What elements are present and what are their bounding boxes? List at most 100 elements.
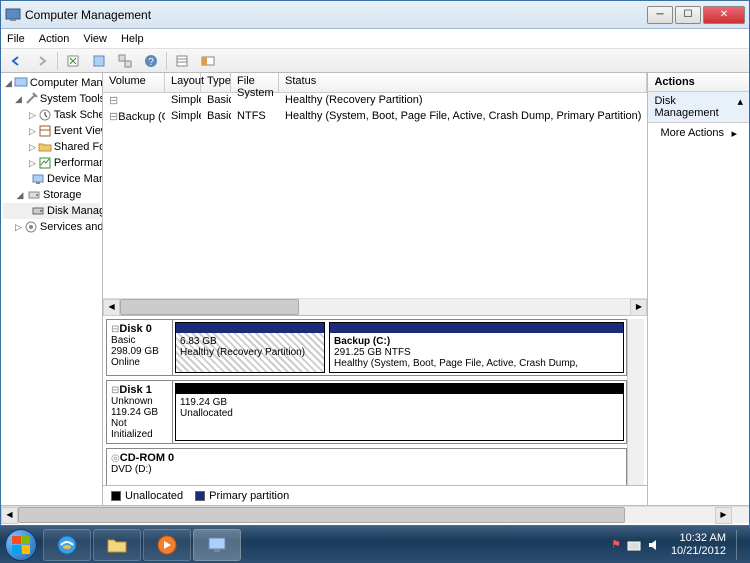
column-volume[interactable]: Volume <box>103 73 165 92</box>
navigation-tree: ◢Computer Management (Local ◢System Tool… <box>1 73 103 505</box>
partition-backup-c[interactable]: Backup (C:) 291.25 GB NTFS Healthy (Syst… <box>329 322 624 373</box>
settings-button[interactable] <box>197 51 219 71</box>
tree-storage[interactable]: ◢Storage <box>3 187 100 203</box>
expand-icon[interactable]: ▷ <box>29 158 36 169</box>
disk-name: CD-ROM 0 <box>120 452 174 464</box>
menu-view[interactable]: View <box>83 33 107 45</box>
scroll-thumb[interactable] <box>120 299 299 315</box>
scroll-right-button[interactable]: ▶ <box>715 507 732 524</box>
tree-task-scheduler[interactable]: ▷Task Scheduler <box>3 107 100 123</box>
disk-row[interactable]: ⊟Disk 0 Basic 298.09 GB Online 6.83 GB <box>106 319 627 376</box>
disk-info: ⊟Disk 0 Basic 298.09 GB Online <box>107 320 173 375</box>
show-desktop-button[interactable] <box>736 530 744 560</box>
close-button[interactable]: ✕ <box>703 6 745 24</box>
tree-root[interactable]: ◢Computer Management (Local <box>3 75 100 91</box>
legend-swatch-primary <box>195 491 205 501</box>
properties-button[interactable] <box>88 51 110 71</box>
volume-layout: Simple <box>165 109 201 125</box>
view-button[interactable] <box>171 51 193 71</box>
scroll-thumb[interactable] <box>18 507 625 523</box>
maximize-button[interactable]: ☐ <box>675 6 701 24</box>
disk-row[interactable]: ◎CD-ROM 0 DVD (D:) No Media <box>106 448 627 485</box>
tree-device-manager[interactable]: Device Manager <box>3 171 100 187</box>
cdrom-icon: ◎ <box>111 453 120 464</box>
column-type[interactable]: Type <box>201 73 231 92</box>
column-status[interactable]: Status <box>279 73 647 92</box>
collapse-icon[interactable]: ◢ <box>5 78 12 89</box>
scroll-left-button[interactable]: ◀ <box>103 299 120 316</box>
tray-icon[interactable]: ⚑ <box>611 538 621 551</box>
partition-status: Healthy (System, Boot, Page File, Active… <box>334 358 578 369</box>
taskbar-ie[interactable] <box>43 529 91 561</box>
volume-layout: Simple <box>165 93 201 109</box>
clock-icon <box>38 108 52 122</box>
taskbar-media-player[interactable] <box>143 529 191 561</box>
vertical-scrollbar[interactable] <box>627 319 644 485</box>
minimize-button[interactable]: ─ <box>647 6 673 24</box>
tree-label: Shared Folders <box>54 141 103 153</box>
partition-bar <box>176 384 623 394</box>
refresh-button[interactable] <box>114 51 136 71</box>
tree-label: Disk Management <box>47 205 103 217</box>
start-button[interactable] <box>0 527 42 563</box>
window-scrollbar[interactable]: ◀ ▶ <box>1 505 749 522</box>
expand-icon[interactable]: ▷ <box>29 110 36 121</box>
computer-icon <box>14 76 28 90</box>
column-layout[interactable]: Layout <box>165 73 201 92</box>
tray-network-icon[interactable] <box>627 538 641 552</box>
volume-row[interactable]: ⊟Backup (C:) Simple Basic NTFS Healthy (… <box>103 109 647 125</box>
tree-services-apps[interactable]: ▷ Services and Applications <box>3 219 100 235</box>
tree-label: Device Manager <box>47 173 103 185</box>
actions-pane: Actions Disk Management▴ More Actions▸ <box>648 73 749 505</box>
legend-label: Primary partition <box>209 490 289 502</box>
actions-item-label: More Actions <box>660 127 724 140</box>
menu-action[interactable]: Action <box>39 33 70 45</box>
forward-button[interactable] <box>31 51 53 71</box>
legend-swatch-unallocated <box>111 491 121 501</box>
action-button[interactable] <box>62 51 84 71</box>
collapse-icon[interactable]: ◢ <box>15 94 22 105</box>
window-title: Computer Management <box>25 8 647 22</box>
expand-icon[interactable]: ▷ <box>29 126 36 137</box>
svg-text:?: ? <box>148 57 154 68</box>
scroll-right-button[interactable]: ▶ <box>630 299 647 316</box>
expand-icon[interactable]: ▷ <box>29 142 36 153</box>
expand-icon[interactable]: ▷ <box>15 222 22 233</box>
disk-name: Disk 0 <box>119 323 151 335</box>
taskbar-computer-management[interactable] <box>193 529 241 561</box>
partition-size: 6.83 GB <box>180 336 217 347</box>
disk-size: 298.09 GB <box>111 346 159 357</box>
partition-status: Healthy (Recovery Partition) <box>180 347 305 358</box>
partition-recovery[interactable]: 6.83 GB Healthy (Recovery Partition) <box>175 322 325 373</box>
collapse-icon[interactable]: ◢ <box>15 190 25 201</box>
tray-volume-icon[interactable] <box>647 538 661 552</box>
tree-system-tools[interactable]: ◢System Tools <box>3 91 100 107</box>
partition-unallocated[interactable]: 119.24 GB Unallocated <box>175 383 624 441</box>
titlebar[interactable]: Computer Management ─ ☐ ✕ <box>1 1 749 29</box>
back-button[interactable] <box>5 51 27 71</box>
disk-row[interactable]: ⊟Disk 1 Unknown 119.24 GB Not Initialize… <box>106 380 627 444</box>
chevron-right-icon: ▸ <box>731 127 737 140</box>
tree-shared-folders[interactable]: ▷ Shared Folders <box>3 139 100 155</box>
horizontal-scrollbar[interactable]: ◀ ▶ <box>103 298 647 315</box>
scroll-left-button[interactable]: ◀ <box>1 507 18 524</box>
tree-performance[interactable]: ▷Performance <box>3 155 100 171</box>
volume-row[interactable]: ⊟ Simple Basic Healthy (Recovery Partiti… <box>103 93 647 109</box>
taskbar-explorer[interactable] <box>93 529 141 561</box>
tools-icon <box>24 92 38 106</box>
tree-label: Services and Applications <box>40 221 103 233</box>
tree-event-viewer[interactable]: ▷Event Viewer <box>3 123 100 139</box>
actions-section[interactable]: Disk Management▴ <box>648 92 749 123</box>
column-filesystem[interactable]: File System <box>231 73 279 92</box>
partition-bar <box>176 323 324 333</box>
tree-disk-management[interactable]: Disk Management <box>3 203 100 219</box>
actions-more[interactable]: More Actions ▸ <box>648 123 749 144</box>
volume-type: Basic <box>201 109 231 125</box>
help-button[interactable]: ? <box>140 51 162 71</box>
collapse-icon[interactable]: ▴ <box>737 95 743 119</box>
toolbar: ? <box>1 49 749 73</box>
menu-help[interactable]: Help <box>121 33 144 45</box>
tray-clock[interactable]: 10:32 AM 10/21/2012 <box>667 532 730 558</box>
disk-info: ◎CD-ROM 0 DVD (D:) No Media <box>107 449 626 485</box>
menu-file[interactable]: File <box>7 33 25 45</box>
